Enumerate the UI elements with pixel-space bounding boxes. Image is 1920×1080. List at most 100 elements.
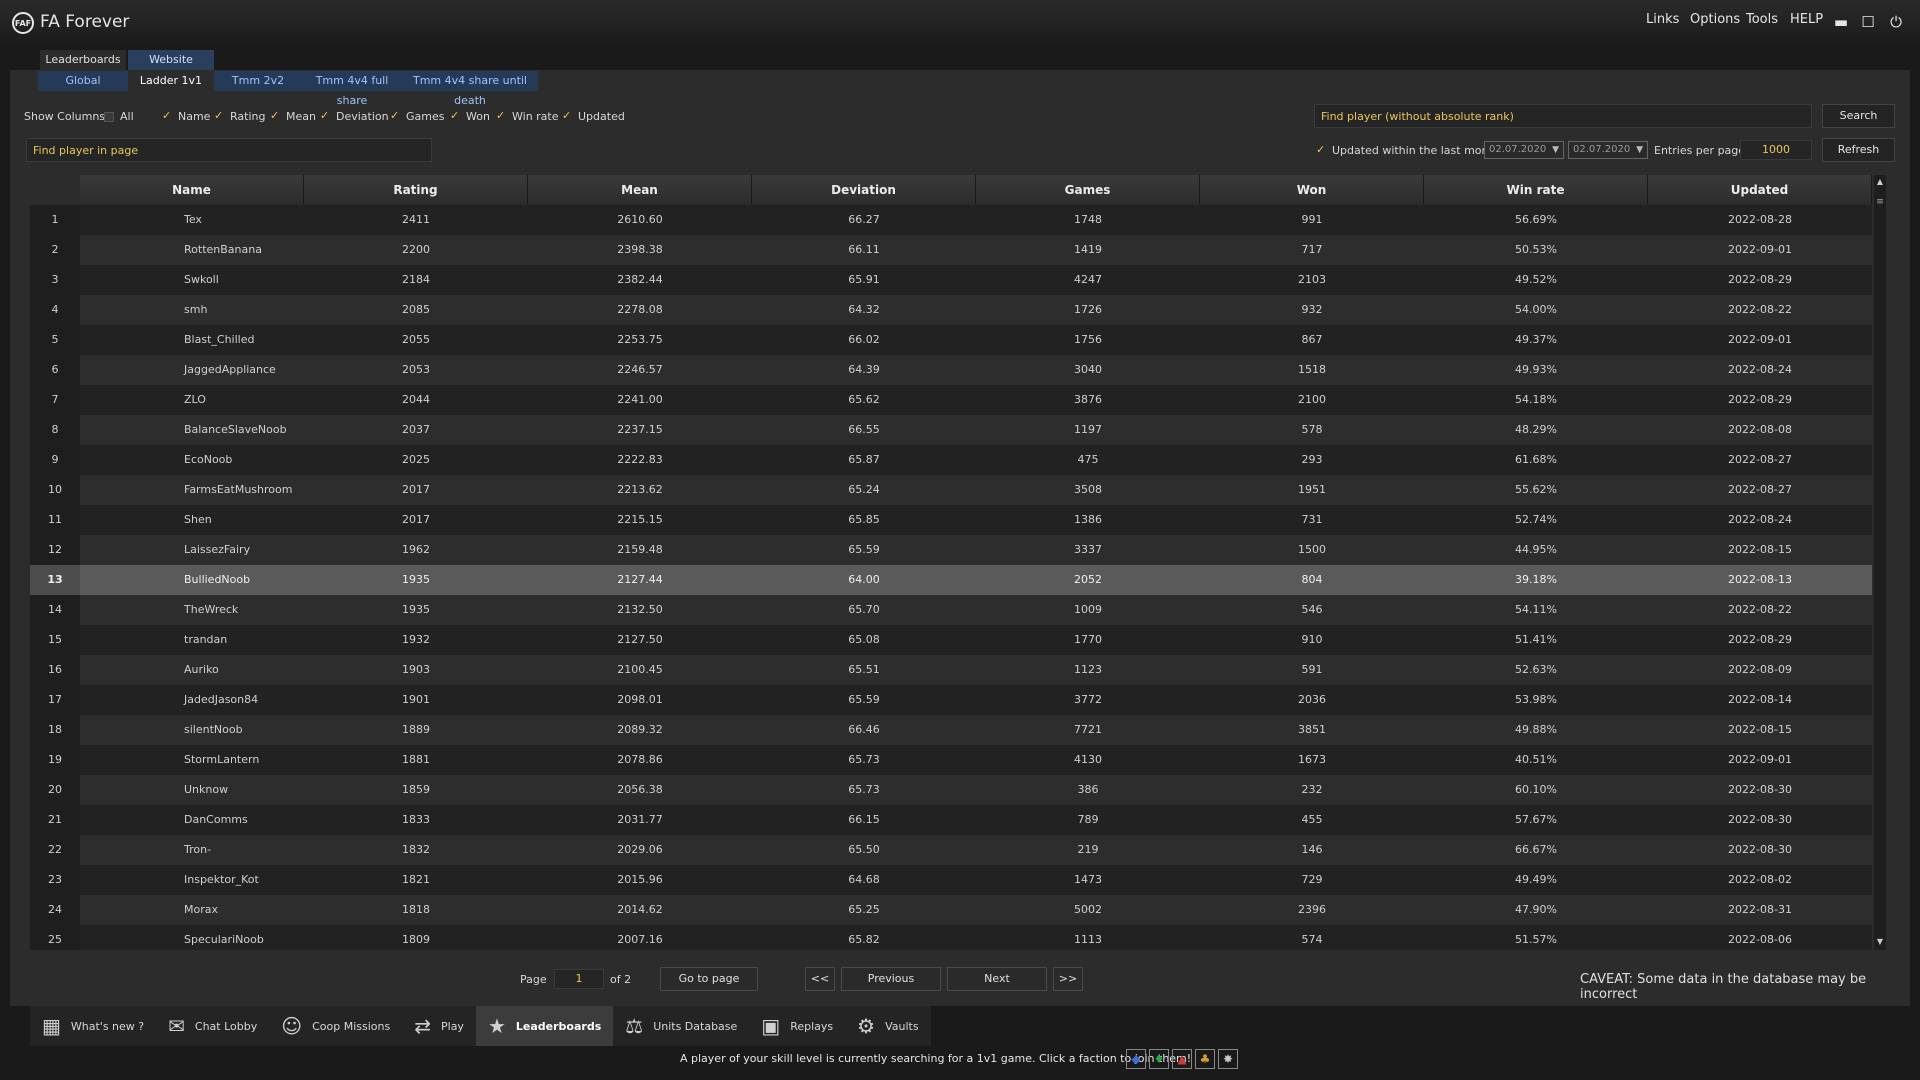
find-player-input[interactable]: Find player (without absolute rank) (1314, 104, 1812, 128)
tab-leaderboards[interactable]: Leaderboards (40, 50, 126, 70)
coop-icon: ☺ (281, 1014, 303, 1038)
first-page-button[interactable]: << (805, 967, 835, 991)
maximize-icon[interactable]: ☐ (1859, 13, 1877, 31)
checkmark-icon[interactable] (496, 109, 506, 122)
scroll-thumb[interactable]: ≡ (1874, 197, 1886, 207)
column-toggle-updated[interactable]: Updated (562, 109, 625, 124)
nav-item-what-s-new[interactable]: ▦ What's new ? (30, 1006, 157, 1046)
table-row[interactable]: 19 StormLantern 1881 2078.86 65.73 4130 1673 40… (30, 745, 1872, 775)
table-row[interactable]: 18 silentNoob 1889 2089.32 66.46 7721 3851 49.8… (30, 715, 1872, 745)
nav-item-units-database[interactable]: ⚖ Units Database (613, 1006, 750, 1046)
checkmark-icon[interactable] (270, 109, 280, 122)
checkmark-icon[interactable] (562, 109, 572, 122)
checkmark-icon[interactable] (214, 109, 224, 122)
power-icon[interactable]: ⏻ (1887, 13, 1905, 31)
table-row[interactable]: 20 Unknow 1859 2056.38 65.73 386 232 60.10% 2022… (30, 775, 1872, 805)
table-row[interactable]: 16 Auriko 1903 2100.45 65.51 1123 591 52.63% 202… (30, 655, 1872, 685)
scroll-down-icon[interactable]: ▼ (1874, 937, 1886, 946)
table-row[interactable]: 24 Morax 1818 2014.62 65.25 5002 2396 47.90% 202… (30, 895, 1872, 925)
entries-per-page-stepper[interactable]: 1000 (1740, 140, 1812, 160)
column-header-win-rate[interactable]: Win rate (1424, 175, 1648, 205)
refresh-button[interactable]: Refresh (1822, 138, 1895, 162)
next-page-button[interactable]: Next (947, 967, 1047, 991)
minimize-icon[interactable]: ▬ (1832, 13, 1850, 31)
table-row[interactable]: 11 Shen 2017 2215.15 65.85 1386 731 52.74% 2022-… (30, 505, 1872, 535)
nav-item-coop-missions[interactable]: ☺ Coop Missions (269, 1006, 403, 1046)
column-toggle-mean[interactable]: Mean (270, 109, 316, 124)
column-toggle-name[interactable]: Name (162, 109, 210, 124)
vertical-scrollbar[interactable]: ▲ ≡ ▼ (1874, 175, 1886, 950)
previous-page-button[interactable]: Previous (841, 967, 941, 991)
updated-within-checkbox[interactable]: Updated within the last month (1316, 143, 1500, 158)
nav-item-vaults[interactable]: ⚙ Vaults (845, 1006, 931, 1046)
date-from-picker[interactable]: 02.07.2020 ▼ (1484, 141, 1564, 159)
table-row[interactable]: 10 FarmsEatMushroom 2017 2213.62 65.24 3508 19… (30, 475, 1872, 505)
menu-links[interactable]: Links (1646, 12, 1679, 27)
table-row[interactable]: 17 JadedJason84 1901 2098.01 65.59 3772 2036 53… (30, 685, 1872, 715)
cell-updated: 2022-08-02 (1728, 873, 1792, 886)
table-row[interactable]: 12 LaissezFairy 1962 2159.48 65.59 3337 1500 44… (30, 535, 1872, 565)
menu-options[interactable]: Options (1690, 12, 1740, 27)
table-row[interactable]: 4 smh 2085 2278.08 64.32 1726 932 54.00% 2022-08… (30, 295, 1872, 325)
checkmark-icon[interactable] (450, 109, 460, 122)
checkbox-icon[interactable] (104, 111, 114, 122)
random-faction-icon[interactable]: ✸ (1218, 1049, 1238, 1069)
scroll-up-icon[interactable]: ▲ (1874, 177, 1886, 186)
column-toggle-all[interactable]: All (104, 110, 134, 123)
column-toggle-deviation[interactable]: Deviation (320, 109, 389, 124)
tab-tmm-2v2[interactable]: Tmm 2v2 (218, 71, 298, 91)
table-row[interactable]: 8 BalanceSlaveNoob 2037 2237.15 66.55 1197 578… (30, 415, 1872, 445)
column-header-won[interactable]: Won (1200, 175, 1424, 205)
table-row[interactable]: 22 Tron- 1832 2029.06 65.50 219 146 66.67% 2022-… (30, 835, 1872, 865)
table-row[interactable]: 7 ZLO 2044 2241.00 65.62 3876 2100 54.18% 2022-0… (30, 385, 1872, 415)
tab-tmm-4v4-share-until-death[interactable]: Tmm 4v4 share until death (404, 71, 536, 107)
menu-tools[interactable]: Tools (1746, 12, 1778, 27)
matchmaking-status-text: A player of your skill level is currentl… (680, 1052, 1192, 1065)
nav-item-replays[interactable]: ▣ Replays (749, 1006, 846, 1046)
checkmark-icon[interactable] (390, 109, 400, 122)
column-toggle-win-rate[interactable]: Win rate (496, 109, 559, 124)
search-button[interactable]: Search (1822, 104, 1895, 128)
tab-tmm-4v4-full-share[interactable]: Tmm 4v4 full share (302, 71, 402, 107)
column-header-rating[interactable]: Rating (304, 175, 528, 205)
column-header-games[interactable]: Games (976, 175, 1200, 205)
column-header-name[interactable]: Name (80, 175, 304, 205)
uef-faction-icon[interactable]: ◆ (1126, 1049, 1146, 1069)
menu-help[interactable]: HELP (1790, 12, 1823, 27)
table-row[interactable]: 13 BulliedNoob 1935 2127.44 64.00 2052 804 39.1… (30, 565, 1872, 595)
tab-global[interactable]: Global (40, 71, 126, 91)
table-row[interactable]: 6 JaggedAppliance 2053 2246.57 64.39 3040 1518… (30, 355, 1872, 385)
table-row[interactable]: 21 DanComms 1833 2031.77 66.15 789 455 57.67% 20… (30, 805, 1872, 835)
column-toggle-games[interactable]: Games (390, 109, 444, 124)
nav-item-chat-lobby[interactable]: ✉ Chat Lobby (156, 1006, 270, 1046)
checkmark-icon[interactable] (162, 109, 172, 122)
column-header-mean[interactable]: Mean (528, 175, 752, 205)
table-row[interactable]: 5 Blast_Chilled 2055 2253.75 66.02 1756 867 49.… (30, 325, 1872, 355)
table-row[interactable]: 15 trandan 1932 2127.50 65.08 1770 910 51.41% 20… (30, 625, 1872, 655)
table-row[interactable]: 3 Swkoll 2184 2382.44 65.91 4247 2103 49.52% 202… (30, 265, 1872, 295)
aeon-faction-icon[interactable]: ▲ (1172, 1049, 1192, 1069)
seraphim-faction-icon[interactable]: ♣ (1195, 1049, 1215, 1069)
table-row[interactable]: 1 Tex 2411 2610.60 66.27 1748 991 56.69% 2022-08… (30, 205, 1872, 235)
last-page-button[interactable]: >> (1053, 967, 1083, 991)
nav-item-play[interactable]: ⇄ Play (402, 1006, 476, 1046)
table-row[interactable]: 25 SpeculariNoob 1809 2007.16 65.82 1113 574 51… (30, 925, 1872, 950)
go-to-page-button[interactable]: Go to page (660, 967, 758, 991)
column-header-updated[interactable]: Updated (1648, 175, 1872, 205)
checkmark-icon[interactable] (320, 109, 330, 122)
tab-ladder-1v1[interactable]: Ladder 1v1 (128, 71, 214, 91)
column-toggle-rating[interactable]: Rating (214, 109, 265, 124)
date-to-picker[interactable]: 02.07.2020 ▼ (1568, 141, 1648, 159)
find-player-in-page-input[interactable]: Find player in page (26, 138, 432, 162)
table-row[interactable]: 14 TheWreck 1935 2132.50 65.70 1009 546 54.11% 2… (30, 595, 1872, 625)
nav-item-leaderboards[interactable]: ★ Leaderboards (475, 1006, 614, 1046)
table-row[interactable]: 23 Inspektor_Kot 1821 2015.96 64.68 1473 729 49… (30, 865, 1872, 895)
tab-website[interactable]: Website (128, 50, 214, 70)
column-header-deviation[interactable]: Deviation (752, 175, 976, 205)
page-number-input[interactable]: 1 (554, 969, 604, 989)
table-row[interactable]: 2 RottenBanana 2200 2398.38 66.11 1419 717 50.5… (30, 235, 1872, 265)
checkmark-icon[interactable] (1316, 143, 1326, 156)
column-toggle-won[interactable]: Won (450, 109, 490, 124)
table-row[interactable]: 9 EcoNoob 2025 2222.83 65.87 475 293 61.68% 2022… (30, 445, 1872, 475)
cybran-faction-icon[interactable]: ♦ (1149, 1049, 1169, 1069)
